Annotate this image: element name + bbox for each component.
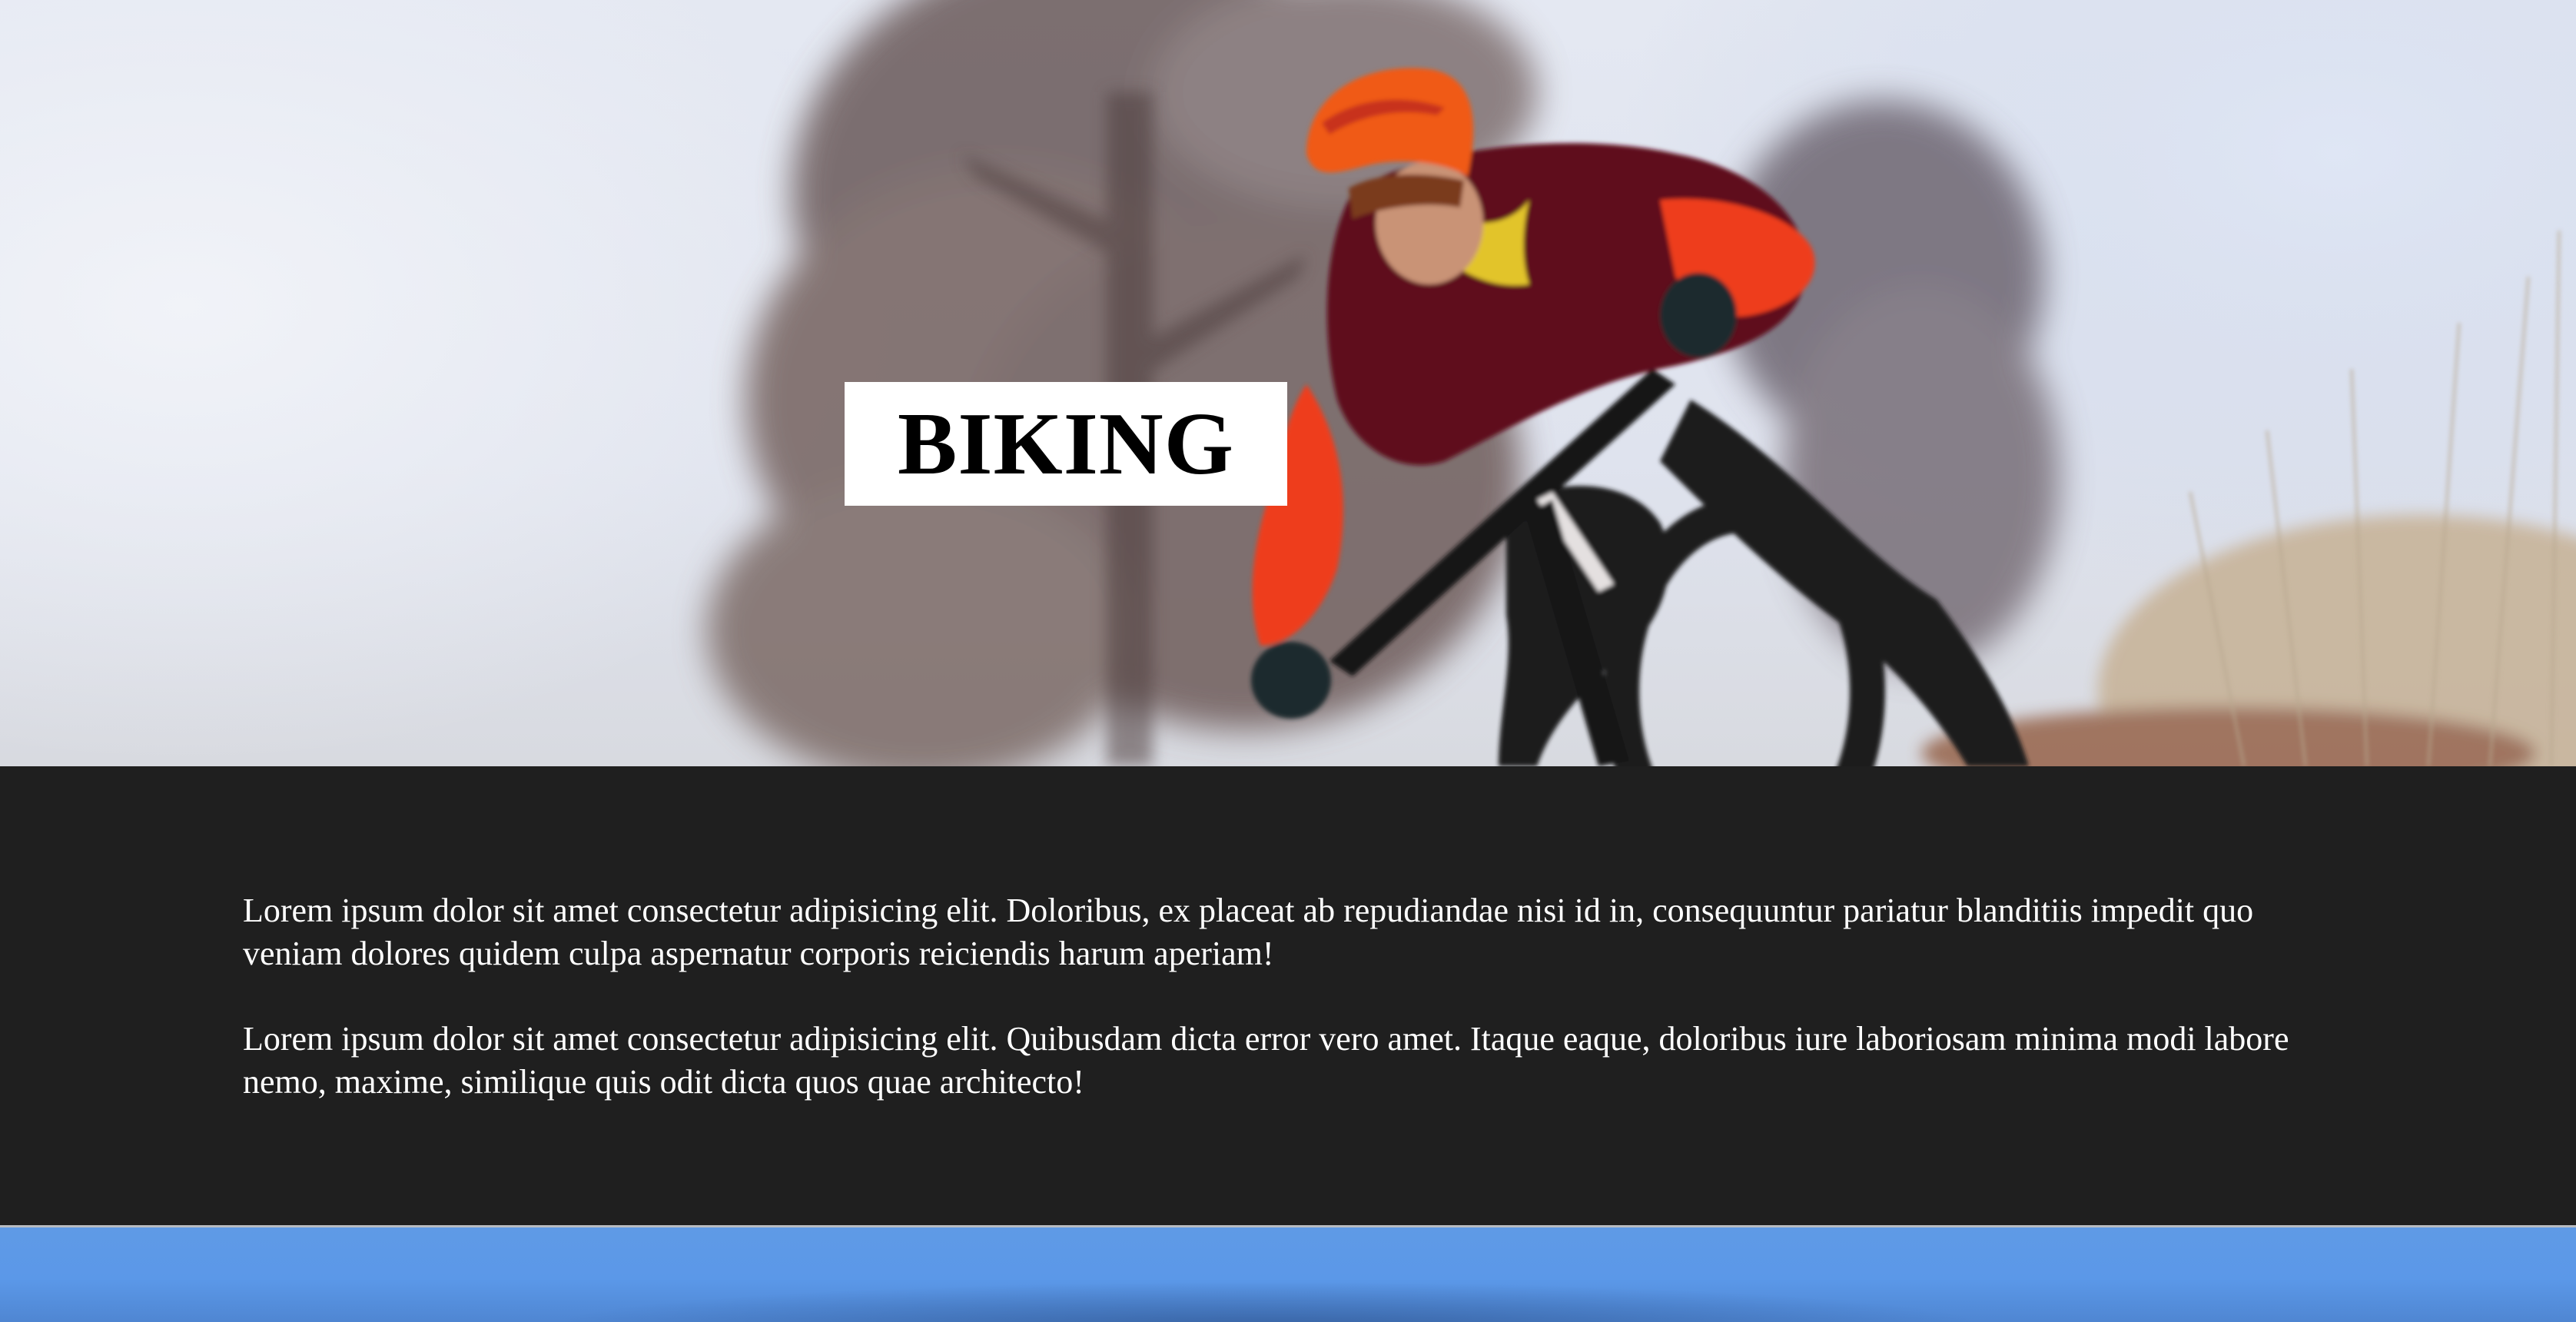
paragraph-1: Lorem ipsum dolor sit amet consectetur a…: [243, 892, 2254, 972]
hero-image: [707, 0, 2576, 766]
next-section-preview: [0, 1227, 2576, 1322]
content-body: Lorem ipsum dolor sit amet consectetur a…: [243, 889, 2333, 1146]
hero-section: BIKING: [0, 0, 2576, 766]
next-section-shadow: [538, 1281, 1998, 1322]
paragraph-2: Lorem ipsum dolor sit amet consectetur a…: [243, 1020, 2289, 1101]
hero-title: BIKING: [898, 394, 1234, 493]
hero-title-box: BIKING: [845, 382, 1287, 506]
content-section: Lorem ipsum dolor sit amet consectetur a…: [0, 766, 2576, 1225]
